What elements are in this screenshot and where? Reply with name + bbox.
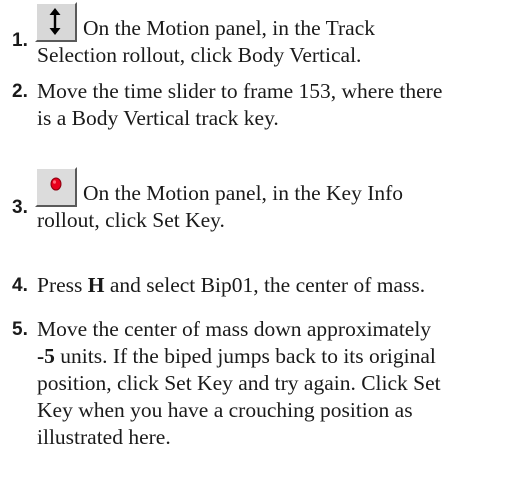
step-line-text: is a Body Vertical track key. — [37, 106, 279, 130]
step-number: 4. — [12, 275, 28, 296]
set-key-icon[interactable] — [35, 167, 77, 207]
step-line-text: On the Motion panel, in the Key Info — [83, 181, 404, 205]
step-text: On the Motion panel, in the Key Info rol… — [35, 167, 529, 234]
step-line: Press H and select Bip01, the center of … — [37, 272, 529, 299]
step-number: 3. — [12, 197, 28, 218]
step-text: Press H and select Bip01, the center of … — [37, 272, 529, 299]
step-line-text: On the Motion panel, in the Track — [83, 16, 376, 40]
step-number: 1. — [12, 30, 28, 51]
step-line-text: Move the time slider to frame 153, where… — [37, 79, 443, 103]
amount-value: -5 — [37, 344, 55, 368]
step-line: On the Motion panel, in the Key Info — [35, 167, 529, 207]
step-text: Move the time slider to frame 153, where… — [37, 78, 529, 132]
step-number: 2. — [12, 81, 28, 102]
step-number: 5. — [12, 319, 28, 340]
step-line: On the Motion panel, in the Track — [35, 2, 529, 42]
hotkey-label: H — [87, 273, 105, 297]
step-line: -5 units. If the biped jumps back to its… — [37, 343, 529, 370]
body-vertical-icon[interactable] — [35, 2, 77, 42]
step-line-text: Move the center of mass down approximate… — [37, 317, 432, 341]
step-line-text: Selection rollout, click Body Vertical. — [37, 43, 362, 67]
step-line-text: rollout, click Set Key. — [37, 208, 225, 232]
step-line-text: illustrated here. — [37, 425, 171, 449]
step-line-text: Key when you have a crouching position a… — [37, 398, 413, 422]
step-text-part: and select Bip01, the center of mass. — [104, 273, 426, 297]
step-text-part: Press — [37, 273, 88, 297]
step-text: Move the center of mass down approximate… — [37, 316, 529, 451]
step-line-text: position, click Set Key and try again. C… — [37, 371, 441, 395]
step-text-part: units. If the biped jumps back to its or… — [54, 344, 436, 368]
step-text: On the Motion panel, in the Track Select… — [35, 2, 529, 69]
